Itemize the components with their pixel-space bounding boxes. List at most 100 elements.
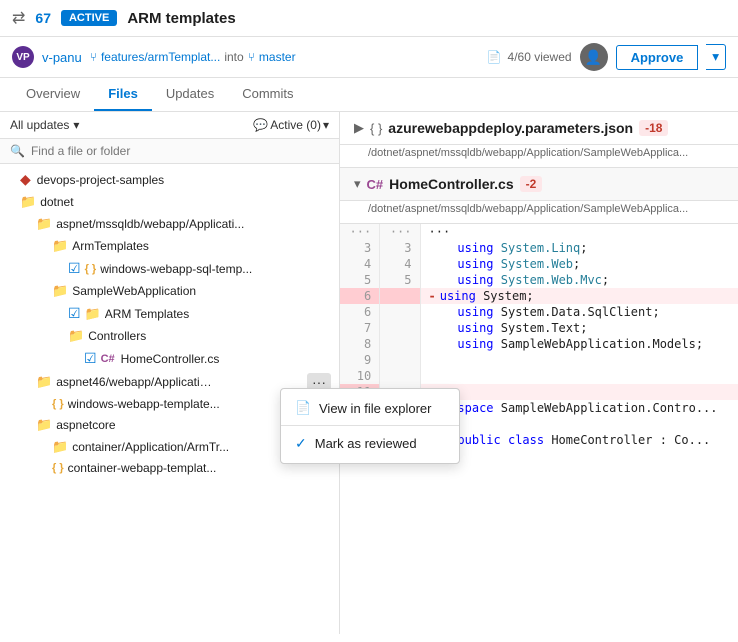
- pr-icon: ⇄: [12, 8, 25, 28]
- branch-info: ⑂ features/armTemplat... into ⑂ master: [90, 50, 296, 64]
- file-name-2: HomeController.cs: [389, 176, 513, 192]
- chevron-down-icon: ▾: [73, 118, 79, 132]
- right-panel: ▶ { } azurewebappdeploy.parameters.json …: [340, 112, 738, 634]
- table-row: ··· ··· ···: [340, 224, 738, 240]
- folder-icon: 📁: [85, 306, 101, 322]
- checkbox-checked-icon: ☑: [68, 305, 81, 322]
- tree-item-label: aspnet46/webapp/Applicatio...: [56, 375, 216, 389]
- chevron-down-icon2: ▾: [323, 118, 329, 132]
- table-row: 9: [340, 352, 738, 368]
- top-bar: ⇄ 67 ACTIVE ARM templates: [0, 0, 738, 37]
- file-section-1: ▶ { } azurewebappdeploy.parameters.json …: [340, 112, 738, 167]
- table-row-removed: 6 -using System;: [340, 288, 738, 304]
- tree-item-samplewebapp[interactable]: 📁 SampleWebApplication: [0, 280, 339, 302]
- check-mark-icon: ✓: [295, 435, 307, 452]
- search-box: 🔍: [0, 139, 339, 164]
- tab-files[interactable]: Files: [94, 78, 152, 111]
- left-panel: All updates ▾ 💬 Active (0) ▾ 🔍 ◆ devops-…: [0, 112, 340, 634]
- tree-item-arm-templates[interactable]: ☑ 📁 ARM Templates: [0, 302, 339, 325]
- table-row: 4 4 using System.Web;: [340, 256, 738, 272]
- folder-icon: 📁: [52, 439, 68, 455]
- context-menu-label-file-explorer: View in file explorer: [319, 401, 340, 416]
- file-explorer-icon: 📄: [295, 400, 311, 416]
- search-icon: 🔍: [10, 144, 25, 158]
- tree-item-windows-webapp-sql[interactable]: ☑ { } windows-webapp-sql-temp...: [0, 257, 339, 280]
- tree-item-label: windows-webapp-sql-temp...: [100, 262, 252, 276]
- branch-icon: ⑂: [90, 50, 97, 64]
- pr-number[interactable]: 67: [35, 10, 51, 26]
- tree-item-label: dotnet: [40, 195, 73, 209]
- root-folder-icon: ◆: [20, 171, 31, 188]
- branch-into: into: [224, 50, 243, 64]
- tab-commits[interactable]: Commits: [228, 78, 307, 111]
- table-row: 8 using SampleWebApplication.Models;: [340, 336, 738, 352]
- avatar: VP: [12, 46, 34, 68]
- pr-title: ARM templates: [127, 10, 235, 27]
- tab-updates[interactable]: Updates: [152, 78, 228, 111]
- file-header-2: ▾ C# HomeController.cs -2: [340, 167, 738, 201]
- tree-item-label: Controllers: [88, 329, 146, 343]
- folder-icon: 📁: [36, 216, 52, 232]
- tree-item-label: SampleWebApplication: [72, 284, 196, 298]
- checkbox-checked-icon: ☑: [84, 350, 97, 367]
- folder-icon: 📁: [20, 194, 36, 210]
- file-name-1: azurewebappdeploy.parameters.json: [388, 120, 633, 136]
- folder-icon: 📁: [52, 238, 68, 254]
- file-header-1: ▶ { } azurewebappdeploy.parameters.json …: [340, 112, 738, 145]
- collapse-icon[interactable]: ▾: [354, 176, 361, 192]
- tab-overview[interactable]: Overview: [12, 78, 94, 111]
- username[interactable]: v-panu: [42, 50, 82, 65]
- tree-item-label: devops-project-samples: [37, 173, 164, 187]
- active-filter-button[interactable]: 💬 Active (0) ▾: [253, 118, 329, 132]
- folder-icon: 📁: [36, 374, 52, 390]
- tree-item-label: container/Application/ArmTr...: [72, 440, 229, 454]
- tree-item-dotnet[interactable]: 📁 dotnet: [0, 191, 339, 213]
- folder-icon: 📁: [52, 283, 68, 299]
- tree-item-root[interactable]: ◆ devops-project-samples: [0, 168, 339, 191]
- tree-item-armtemplates[interactable]: 📁 ArmTemplates: [0, 235, 339, 257]
- approve-dropdown-button[interactable]: ▾: [706, 44, 726, 70]
- checkbox-checked-icon: ☑: [68, 260, 81, 277]
- diff-badge-2: -2: [520, 176, 543, 192]
- approve-button[interactable]: Approve: [616, 45, 699, 70]
- tree-item-label: ARM Templates: [105, 307, 189, 321]
- tree-item-label: HomeController.cs: [121, 352, 220, 366]
- context-menu-label-mark-reviewed: Mark as reviewed: [315, 436, 340, 451]
- filter-bar: All updates ▾ 💬 Active (0) ▾: [0, 112, 339, 139]
- tree-item-controllers[interactable]: 📁 Controllers: [0, 325, 339, 347]
- active-filter-label: Active (0): [270, 118, 321, 132]
- file-icon: 📄: [487, 50, 502, 64]
- json-file-icon: { }: [85, 263, 97, 275]
- tree-item-homecontroller[interactable]: ☑ C# HomeController.cs: [0, 347, 339, 370]
- tree-item-aspnet-mssql[interactable]: 📁 aspnet/mssqldb/webapp/Applicati...: [0, 213, 339, 235]
- table-row: 5 5 using System.Web.Mvc;: [340, 272, 738, 288]
- diff-badge-1: -18: [639, 120, 668, 136]
- tree-item-label: container-webapp-templat...: [68, 461, 217, 475]
- viewed-text: 4/60 viewed: [508, 50, 572, 64]
- comment-icon: 💬: [253, 118, 268, 132]
- folder-icon: 📁: [68, 328, 84, 344]
- expand-icon[interactable]: ▶: [354, 120, 364, 136]
- table-row: 3 3 using System.Linq;: [340, 240, 738, 256]
- file-path-2: /dotnet/aspnet/mssqldb/webapp/Applicatio…: [340, 201, 738, 224]
- all-updates-button[interactable]: All updates ▾: [10, 118, 79, 132]
- tree-item-label: aspnet/mssqldb/webapp/Applicati...: [56, 217, 244, 231]
- context-menu-item-file-explorer[interactable]: 📄 View in file explorer: [281, 393, 340, 423]
- search-input[interactable]: [31, 144, 329, 158]
- json-file-icon: { }: [52, 398, 64, 410]
- json-file-icon: { }: [52, 462, 64, 474]
- user-icon: 👤: [580, 43, 608, 71]
- csharp-section-icon: C#: [367, 177, 384, 192]
- table-row: 6 using System.Data.SqlClient;: [340, 304, 738, 320]
- file-path-1: /dotnet/aspnet/mssqldb/webapp/Applicatio…: [340, 145, 738, 167]
- tree-item-label: ArmTemplates: [72, 239, 149, 253]
- user-bar: VP v-panu ⑂ features/armTemplat... into …: [0, 37, 738, 78]
- context-menu-item-mark-reviewed[interactable]: ✓ Mark as reviewed: [281, 428, 340, 459]
- tree-item-label: aspnetcore: [56, 418, 115, 432]
- branch-from[interactable]: features/armTemplat...: [101, 50, 220, 64]
- section-brace-icon: { }: [370, 121, 382, 136]
- branch-to[interactable]: master: [259, 50, 296, 64]
- context-menu: 📄 View in file explorer ✓ Mark as review…: [280, 388, 340, 464]
- viewed-count: 📄 4/60 viewed: [487, 50, 572, 64]
- nav-tabs: Overview Files Updates Commits: [0, 78, 738, 112]
